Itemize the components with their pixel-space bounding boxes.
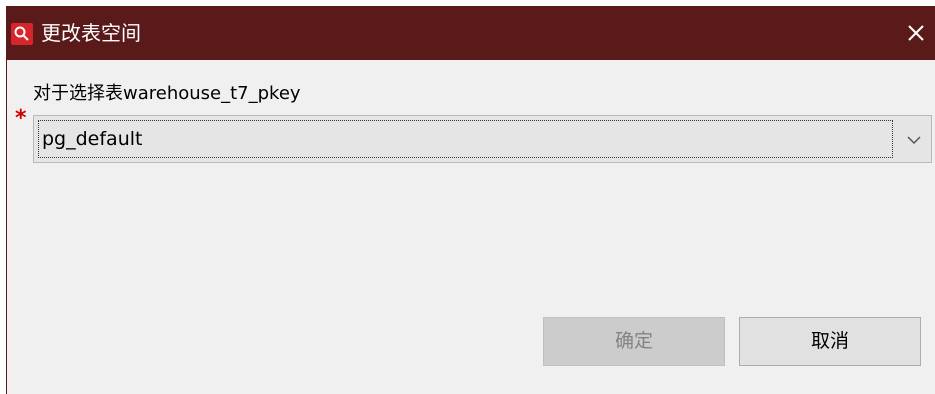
app-logo-icon	[11, 23, 33, 45]
title-bar[interactable]: 更改表空间	[7, 6, 935, 60]
required-marker: *	[15, 106, 27, 131]
dialog-content: 对于选择表warehouse_t7_pkey * pg_default 确定 取…	[7, 60, 935, 394]
tablespace-select[interactable]: pg_default	[33, 115, 932, 163]
cancel-button[interactable]: 取消	[739, 317, 921, 366]
tablespace-selected-value: pg_default	[42, 128, 143, 150]
target-table-label: 对于选择表warehouse_t7_pkey	[33, 83, 301, 104]
ok-button[interactable]: 确定	[543, 317, 725, 366]
chevron-down-icon[interactable]	[905, 131, 923, 149]
dialog-title: 更改表空间	[41, 21, 141, 45]
focus-ring	[38, 120, 893, 158]
dialog-window: 更改表空间 对于选择表warehouse_t7_pkey * pg_defaul…	[6, 6, 935, 394]
close-button[interactable]	[902, 19, 930, 47]
close-icon	[908, 25, 924, 41]
